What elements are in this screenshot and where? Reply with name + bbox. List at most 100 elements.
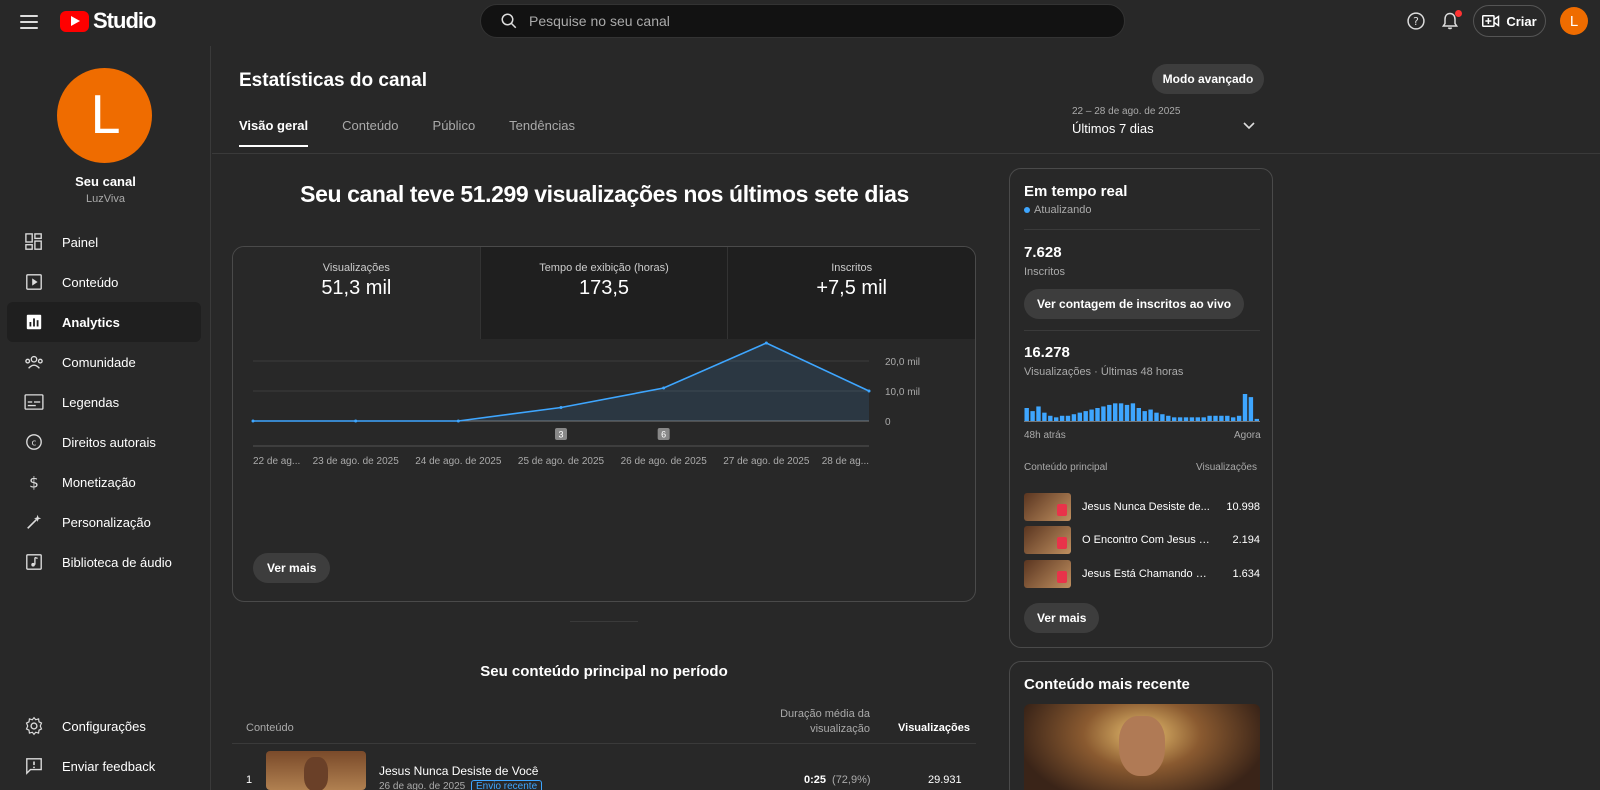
realtime-bar[interactable] [1101,406,1106,422]
sidebar-item-label: Direitos autorais [62,434,156,450]
tabs: Visão geral Conteúdo Público Tendências [239,118,609,147]
data-point[interactable] [559,406,563,409]
data-point[interactable] [354,419,358,423]
youtube-play-icon [60,10,89,32]
metric-label: Inscritos [831,262,873,274]
realtime-bar[interactable] [1077,412,1082,422]
realtime-bar[interactable] [1160,414,1165,422]
realtime-bar[interactable] [1024,408,1029,422]
search-icon[interactable] [489,12,529,30]
realtime-bar[interactable] [1130,403,1136,422]
tab-visao-geral[interactable]: Visão geral [239,118,309,147]
date-range-label: Últimos 7 dias [1072,121,1154,136]
date-range-selector[interactable]: 22 – 28 de ago. de 2025 Últimos 7 dias [1072,106,1264,142]
search-bar[interactable] [480,4,1125,38]
realtime-status: Atualizando [1024,204,1092,216]
axis-start-label: 48h atrás [1024,430,1066,441]
list-item[interactable]: Jesus Nunca Desiste de... 10.998 [1024,493,1260,521]
realtime-bar[interactable] [1154,412,1159,422]
sidebar-item-legendas[interactable]: Legendas [7,382,201,422]
realtime-bar[interactable] [1148,409,1153,422]
realtime-bar[interactable] [1083,411,1088,422]
account-avatar[interactable]: L [1560,7,1588,35]
x-tick-label: 22 de ag... [253,456,300,467]
row-date: 26 de ago. de 2025 [379,781,466,790]
recent-video-thumbnail[interactable] [1024,704,1260,790]
row-duration: 0:25 (72,9%) [804,774,871,786]
data-point[interactable] [764,341,768,345]
data-point[interactable] [456,419,460,423]
realtime-bar[interactable] [1142,411,1147,422]
notification-dot [1455,10,1462,17]
realtime-see-more-button[interactable]: Ver mais [1024,603,1100,633]
menu-icon[interactable] [16,10,42,34]
sidebar-item-label: Painel [62,234,99,250]
annotation-label: 6 [661,430,666,440]
realtime-bar[interactable] [1242,394,1248,422]
sidebar-item-direitos[interactable]: c Direitos autorais [7,422,201,462]
subtitles-icon [12,394,56,410]
sidebar-item-label: Legendas [62,394,120,410]
list-item[interactable]: O Encontro Com Jesus Q... 2.194 [1024,526,1260,554]
realtime-bar[interactable] [1113,403,1118,422]
realtime-bar[interactable] [1107,404,1112,422]
chart-see-more-button[interactable]: Ver mais [253,553,331,583]
metric-subscribers[interactable]: Inscritos +7,5 mil [727,247,975,339]
realtime-bar[interactable] [1248,397,1254,422]
col-header-duration[interactable]: Duração média da visualização [760,707,870,737]
advanced-mode-button[interactable]: Modo avançado [1152,64,1264,94]
sidebar-item-painel[interactable]: Painel [7,222,201,262]
live-subscriber-count-button[interactable]: Ver contagem de inscritos ao vivo [1024,289,1245,319]
tab-publico[interactable]: Público [433,118,476,147]
search-input[interactable] [529,13,1124,29]
tab-conteudo[interactable]: Conteúdo [342,118,398,147]
sidebar-item-comunidade[interactable]: Comunidade [7,342,201,382]
realtime-bar[interactable] [1036,406,1041,422]
notifications-icon[interactable] [1440,10,1462,36]
sidebar-item-feedback[interactable]: Enviar feedback [7,746,201,786]
row-title[interactable]: Jesus Nunca Desiste de Você [379,764,538,778]
help-icon[interactable]: ? [1406,11,1426,36]
date-range-dates: 22 – 28 de ago. de 2025 [1072,106,1181,117]
svg-text:c: c [32,439,37,449]
realtime-bar[interactable] [1136,408,1141,422]
list-item[interactable]: Jesus Está Chamando V... 1.634 [1024,560,1260,588]
sidebar-item-biblioteca-audio[interactable]: Biblioteca de áudio [7,542,201,582]
metrics-row: Visualizações 51,3 mil Tempo de exibição… [233,247,975,339]
logo-text: Studio [93,8,156,33]
studio-logo[interactable]: Studio [60,8,156,34]
data-point[interactable] [251,419,255,423]
list-item-title: Jesus Está Chamando V... [1082,568,1210,580]
data-point[interactable] [662,386,666,390]
metric-label: Tempo de exibição (horas) [539,262,669,274]
realtime-bar[interactable] [1089,409,1094,422]
top-content-header: Conteúdo principal [1024,462,1108,473]
realtime-bar[interactable] [1030,411,1035,422]
video-thumbnail[interactable] [266,751,366,790]
sidebar-item-conteudo[interactable]: Conteúdo [7,262,201,302]
tab-tendencias[interactable]: Tendências [509,118,575,147]
metric-watch-time[interactable]: Tempo de exibição (horas) 173,5 [479,247,728,339]
col-header-views[interactable]: Visualizações [898,722,970,734]
sidebar-item-configuracoes[interactable]: Configurações [7,706,201,746]
create-video-icon [1482,15,1500,27]
data-point[interactable] [867,389,871,393]
realtime-bar[interactable] [1042,412,1047,422]
metric-views[interactable]: Visualizações 51,3 mil [233,247,480,339]
realtime-bar[interactable] [1118,403,1124,422]
sidebar-item-personalizacao[interactable]: Personalização [7,502,201,542]
table-header-divider [232,743,976,744]
sidebar: L Seu canal LuzViva Painel Conteúdo Anal… [0,46,211,790]
col-header-content: Conteúdo [246,722,294,734]
video-thumbnail [1024,560,1071,588]
sidebar-item-label: Configurações [62,718,146,734]
realtime-bar[interactable] [1124,404,1130,422]
realtime-bar[interactable] [1095,408,1100,422]
sidebar-item-analytics[interactable]: Analytics [7,302,201,342]
channel-avatar[interactable]: L [57,68,152,163]
x-tick-label: 24 de ago. de 2025 [415,456,502,467]
create-button[interactable]: Criar [1473,5,1546,37]
sidebar-item-monetizacao[interactable]: $ Monetização [7,462,201,502]
realtime-bar[interactable] [1071,414,1077,422]
x-tick-label: 23 de ago. de 2025 [313,456,400,467]
